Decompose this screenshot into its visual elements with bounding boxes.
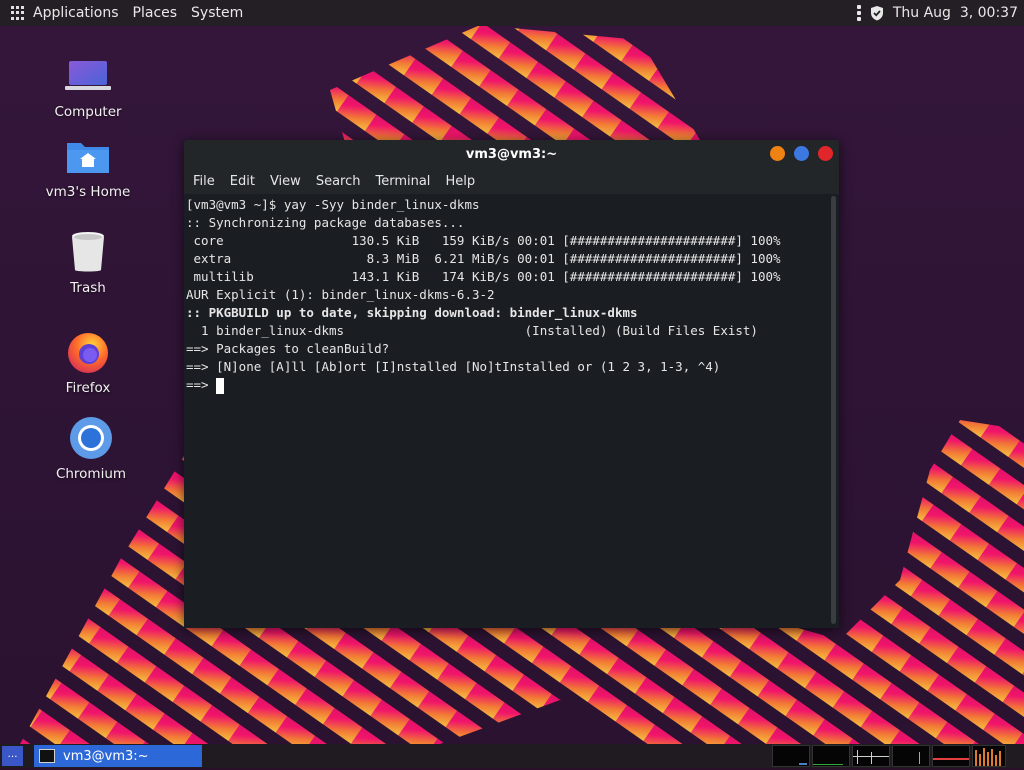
chromium-icon xyxy=(41,414,141,462)
desktop-icon-label: Firefox xyxy=(65,380,111,396)
maximize-button[interactable] xyxy=(794,146,809,161)
terminal-line: 1 binder_linux-dkms (Installed) (Build F… xyxy=(186,323,758,338)
cpu-monitor-graph[interactable] xyxy=(772,745,810,767)
swap-monitor-graph[interactable] xyxy=(892,745,930,767)
show-desktop-button[interactable]: … xyxy=(2,746,23,766)
terminal-line: [vm3@vm3 ~]$ yay -Syy binder_linux-dkms xyxy=(186,197,480,212)
close-button[interactable] xyxy=(818,146,833,161)
menu-edit[interactable]: Edit xyxy=(230,174,255,189)
taskbar-terminal-button[interactable]: vm3@vm3:~ xyxy=(34,745,202,767)
menu-places[interactable]: Places xyxy=(133,5,178,21)
menu-search[interactable]: Search xyxy=(316,174,361,189)
overflow-menu-icon[interactable] xyxy=(856,5,861,21)
desktop-icon-home[interactable]: vm3's Home xyxy=(38,132,138,200)
system-tray: Thu Aug 3, 00:37 xyxy=(856,0,1018,26)
network-monitor-graph[interactable] xyxy=(852,745,890,767)
terminal-line: ==> Packages to cleanBuild? xyxy=(186,341,390,356)
text-cursor xyxy=(216,377,225,394)
desktop-icon-computer[interactable]: Computer xyxy=(38,52,138,120)
desktop-icon-label: Trash xyxy=(70,280,106,296)
desktop-icon-label: Computer xyxy=(54,104,122,120)
applications-grid-icon[interactable] xyxy=(11,6,25,20)
desktop-icon-chromium[interactable]: Chromium xyxy=(41,414,141,482)
terminal-line: core 130.5 KiB 159 KiB/s 00:01 [########… xyxy=(186,233,781,248)
menu-view[interactable]: View xyxy=(270,174,301,189)
desktop-icon-trash[interactable]: Trash xyxy=(38,228,138,296)
menu-applications[interactable]: Applications xyxy=(33,5,119,21)
terminal-window[interactable]: vm3@vm3:~ File Edit View Search Terminal… xyxy=(184,140,839,628)
terminal-line: ==> [N]one [A]ll [Ab]ort [I]nstalled [No… xyxy=(186,359,721,374)
desktop-icon-firefox[interactable]: Firefox xyxy=(38,328,138,396)
window-title: vm3@vm3:~ xyxy=(465,146,558,162)
shield-icon[interactable] xyxy=(869,5,885,21)
menu-help[interactable]: Help xyxy=(445,174,475,189)
computer-icon xyxy=(38,52,138,100)
load-monitor-graph[interactable] xyxy=(932,745,970,767)
menu-terminal[interactable]: Terminal xyxy=(375,174,430,189)
desktop-icon-label: vm3's Home xyxy=(45,184,131,200)
menu-file[interactable]: File xyxy=(193,174,215,189)
terminal-line: multilib 143.1 KiB 174 KiB/s 00:01 [####… xyxy=(186,269,781,284)
memory-monitor-graph[interactable] xyxy=(812,745,850,767)
terminal-prompt-line: ==> xyxy=(186,376,830,394)
terminal-menubar: File Edit View Search Terminal Help xyxy=(184,168,839,194)
terminal-line: :: Synchronizing package databases... xyxy=(186,215,465,230)
disk-monitor-graph[interactable] xyxy=(972,745,1006,767)
terminal-line: AUR Explicit (1): binder_linux-dkms-6.3-… xyxy=(186,287,495,302)
terminal-icon xyxy=(39,749,55,763)
trash-icon xyxy=(38,228,138,276)
desktop-icon-label: Chromium xyxy=(55,466,127,482)
terminal-line: :: PKGBUILD up to date, skipping downloa… xyxy=(186,305,638,320)
system-monitors xyxy=(772,745,1006,767)
terminal-scrollbar[interactable] xyxy=(831,196,836,624)
top-panel: Applications Places System Thu Aug 3, 00… xyxy=(0,0,1024,26)
prompt-text: ==> xyxy=(186,377,217,392)
terminal-output[interactable]: [vm3@vm3 ~]$ yay -Syy binder_linux-dkms … xyxy=(184,194,830,628)
taskbar-task-label: vm3@vm3:~ xyxy=(63,748,149,764)
home-folder-icon xyxy=(38,132,138,180)
menu-system[interactable]: System xyxy=(191,5,243,21)
bottom-panel: … vm3@vm3:~ xyxy=(0,744,1024,768)
terminal-line: extra 8.3 MiB 6.21 MiB/s 00:01 [########… xyxy=(186,251,781,266)
minimize-button[interactable] xyxy=(770,146,785,161)
clock[interactable]: Thu Aug 3, 00:37 xyxy=(893,5,1018,21)
window-titlebar[interactable]: vm3@vm3:~ xyxy=(184,140,839,168)
firefox-icon xyxy=(38,328,138,376)
